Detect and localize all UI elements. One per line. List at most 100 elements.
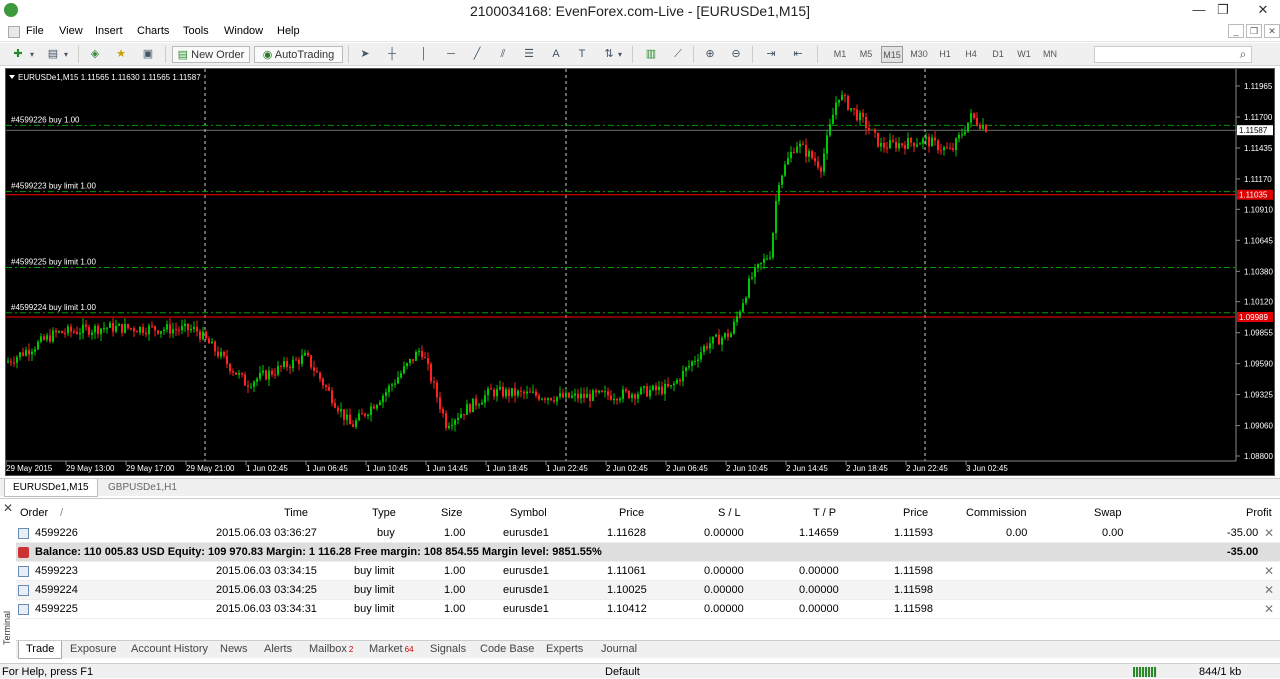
order-tp[interactable]: 0.00000 [799,600,839,619]
autoscroll-icon[interactable]: ⇤ [788,46,808,63]
mdi-restore-icon[interactable]: ❐ [1246,24,1262,38]
status-traffic: 844/1 kb [1199,666,1242,678]
timeframe-h4[interactable]: H4 [960,46,982,63]
order-sl[interactable]: 0.00000 [704,524,744,543]
navigator-icon[interactable]: ★ [111,46,131,63]
tab-experts[interactable]: Experts [539,641,590,659]
menu-charts[interactable]: Charts [137,25,169,37]
col-tp[interactable]: T / P [813,505,836,521]
market-watch-icon[interactable]: ◈ [85,46,105,63]
candle-body [388,385,390,393]
tab-signals[interactable]: Signals [423,641,473,659]
menu-insert[interactable]: Insert [95,25,123,37]
timeframe-m5[interactable]: M5 [855,46,877,63]
new-order-button[interactable]: ▤ New Order [172,46,250,63]
close-order-icon[interactable]: ✕ [1264,562,1274,581]
bar-chart-icon[interactable]: ▥ [641,46,661,63]
horizontal-line-icon[interactable]: ─ [441,46,461,63]
crosshair-icon[interactable]: ┼ [382,46,402,63]
arrows-dropdown-icon[interactable]: ▾ [615,46,625,63]
mdi-minimize-icon[interactable]: _ [1228,24,1244,38]
menu-help[interactable]: Help [277,25,300,37]
tab-account-history[interactable]: Account History [124,641,215,659]
chart-header-icon [9,75,15,79]
text-label-icon[interactable]: T [572,46,592,63]
new-chart-icon[interactable]: ✚ [8,46,28,63]
candle-body [712,336,714,344]
col-current-price[interactable]: Price [903,505,928,521]
order-sl[interactable]: 0.00000 [704,562,744,581]
tab-market[interactable]: Market 64 [362,641,421,659]
menu-view[interactable]: View [59,25,83,37]
tab-exposure[interactable]: Exposure [63,641,123,659]
timeframe-m1[interactable]: M1 [829,46,851,63]
chart-shift-icon[interactable]: ⇥ [761,46,781,63]
cursor-icon[interactable]: ➤ [355,46,375,63]
menu-file[interactable]: File [26,25,44,37]
close-order-icon[interactable]: ✕ [1264,600,1274,619]
col-type[interactable]: Type [372,505,396,521]
tab-journal[interactable]: Journal [594,641,644,659]
search-icon[interactable]: ⌕ [1234,46,1252,63]
fibonacci-icon[interactable]: ☰ [519,46,539,63]
order-tp[interactable]: 0.00000 [799,562,839,581]
mdi-close-icon[interactable]: ✕ [1264,24,1280,38]
timeframe-mn[interactable]: MN [1039,46,1061,63]
col-symbol[interactable]: Symbol [510,505,547,521]
col-commission[interactable]: Commission [966,505,1027,521]
tab-mailbox[interactable]: Mailbox 2 [302,641,360,659]
profiles-icon[interactable]: ▤ [43,46,63,63]
menu-window[interactable]: Window [224,25,263,37]
tab-trade[interactable]: Trade [18,641,63,659]
col-size[interactable]: Size [441,505,462,521]
order-tp[interactable]: 1.14659 [799,524,839,543]
timeframe-d1[interactable]: D1 [987,46,1009,63]
tab-code-base[interactable]: Code Base [473,641,541,659]
zoom-out-icon[interactable]: ⊖ [726,46,746,63]
table-row[interactable]: 4599224 2015.06.03 03:34:25 buy limit 1.… [16,581,1280,600]
col-swap[interactable]: Swap [1094,505,1122,521]
order-tp[interactable]: 0.00000 [799,581,839,600]
col-profit[interactable]: Profit [1246,505,1272,521]
zoom-in-icon[interactable]: ⊕ [700,46,720,63]
table-row[interactable]: 4599223 2015.06.03 03:34:15 buy limit 1.… [16,562,1280,581]
search-input[interactable] [1094,46,1252,63]
timeframe-m30[interactable]: M30 [908,46,930,63]
col-time[interactable]: Time [284,505,308,521]
line-chart-icon[interactable]: ⟋ [668,46,688,63]
table-row[interactable]: 4599226 2015.06.03 03:36:27 buy 1.00 eur… [16,524,1280,543]
terminal-close-icon[interactable]: ✕ [3,501,13,515]
close-order-icon[interactable]: ✕ [1264,524,1274,543]
chart-canvas[interactable]: 1.11965 1.11700 1.11435 1.11170 1.10910 1.106… [6,69,1274,475]
timeframe-w1[interactable]: W1 [1013,46,1035,63]
timeframe-m15[interactable]: M15 [881,46,903,63]
close-button[interactable]: ✕ [1251,2,1275,18]
text-icon[interactable]: A [546,46,566,63]
autotrading-button[interactable]: ◉ AutoTrading [254,46,343,63]
timeframe-h1[interactable]: H1 [934,46,956,63]
order-sl[interactable]: 0.00000 [704,600,744,619]
col-sl[interactable]: S / L [718,505,741,521]
order-sl[interactable]: 0.00000 [704,581,744,600]
menu-tools[interactable]: Tools [183,25,209,37]
terminal-icon[interactable]: ▣ [138,46,158,63]
table-row[interactable]: 4599225 2015.06.03 03:34:31 buy limit 1.… [16,600,1280,619]
restore-button[interactable]: ❐ [1211,2,1235,18]
new-chart-dropdown-icon[interactable]: ▾ [27,46,37,63]
tab-news[interactable]: News [213,641,255,659]
profiles-dropdown-icon[interactable]: ▾ [61,46,71,63]
chart-doc-icon[interactable] [8,26,20,38]
vertical-line-icon[interactable]: │ [414,46,434,63]
chart-tab-gbpusd[interactable]: GBPUSDe1,H1 [100,479,185,497]
col-order[interactable]: Order [20,505,48,521]
minimize-button[interactable]: — [1187,2,1211,18]
candle-body [115,325,117,332]
chart-tab-eurusd[interactable]: EURUSDe1,M15 [4,479,98,497]
col-price[interactable]: Price [619,505,644,521]
candle-body [109,322,111,328]
tab-alerts[interactable]: Alerts [257,641,299,659]
channel-icon[interactable]: ⫽ [493,46,513,63]
close-order-icon[interactable]: ✕ [1264,581,1274,600]
price-chart[interactable]: 1.11965 1.11700 1.11435 1.11170 1.10910 1.106… [5,68,1275,476]
trendline-icon[interactable]: ╱ [467,46,487,63]
